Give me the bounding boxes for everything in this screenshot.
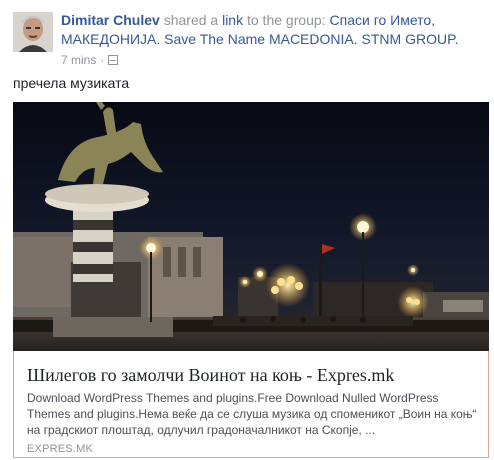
post-header: Dimitar Chulev shared a link to the grou… <box>61 11 486 49</box>
meta-separator: · <box>100 53 105 67</box>
group-privacy-icon[interactable] <box>108 55 119 65</box>
action-prefix: shared a <box>163 12 219 28</box>
action-suffix: to the group: <box>246 12 326 28</box>
author-avatar[interactable] <box>13 12 53 52</box>
shared-link[interactable]: link <box>222 12 243 28</box>
link-domain: EXPRES.MK <box>27 443 93 455</box>
link-preview-card[interactable]: Шилегов го замолчи Воинот на коњ - Expre… <box>13 351 489 458</box>
post-timestamp[interactable]: 7 mins <box>61 53 96 67</box>
link-preview-image[interactable] <box>13 102 489 351</box>
link-title[interactable]: Шилегов го замолчи Воинот на коњ - Expre… <box>27 364 477 386</box>
post-text: пречела музиката <box>13 75 130 91</box>
author-name-link[interactable]: Dimitar Chulev <box>61 12 160 28</box>
post-meta: 7 mins · <box>61 53 119 67</box>
link-description: Download WordPress Themes and plugins.Fr… <box>27 391 477 437</box>
